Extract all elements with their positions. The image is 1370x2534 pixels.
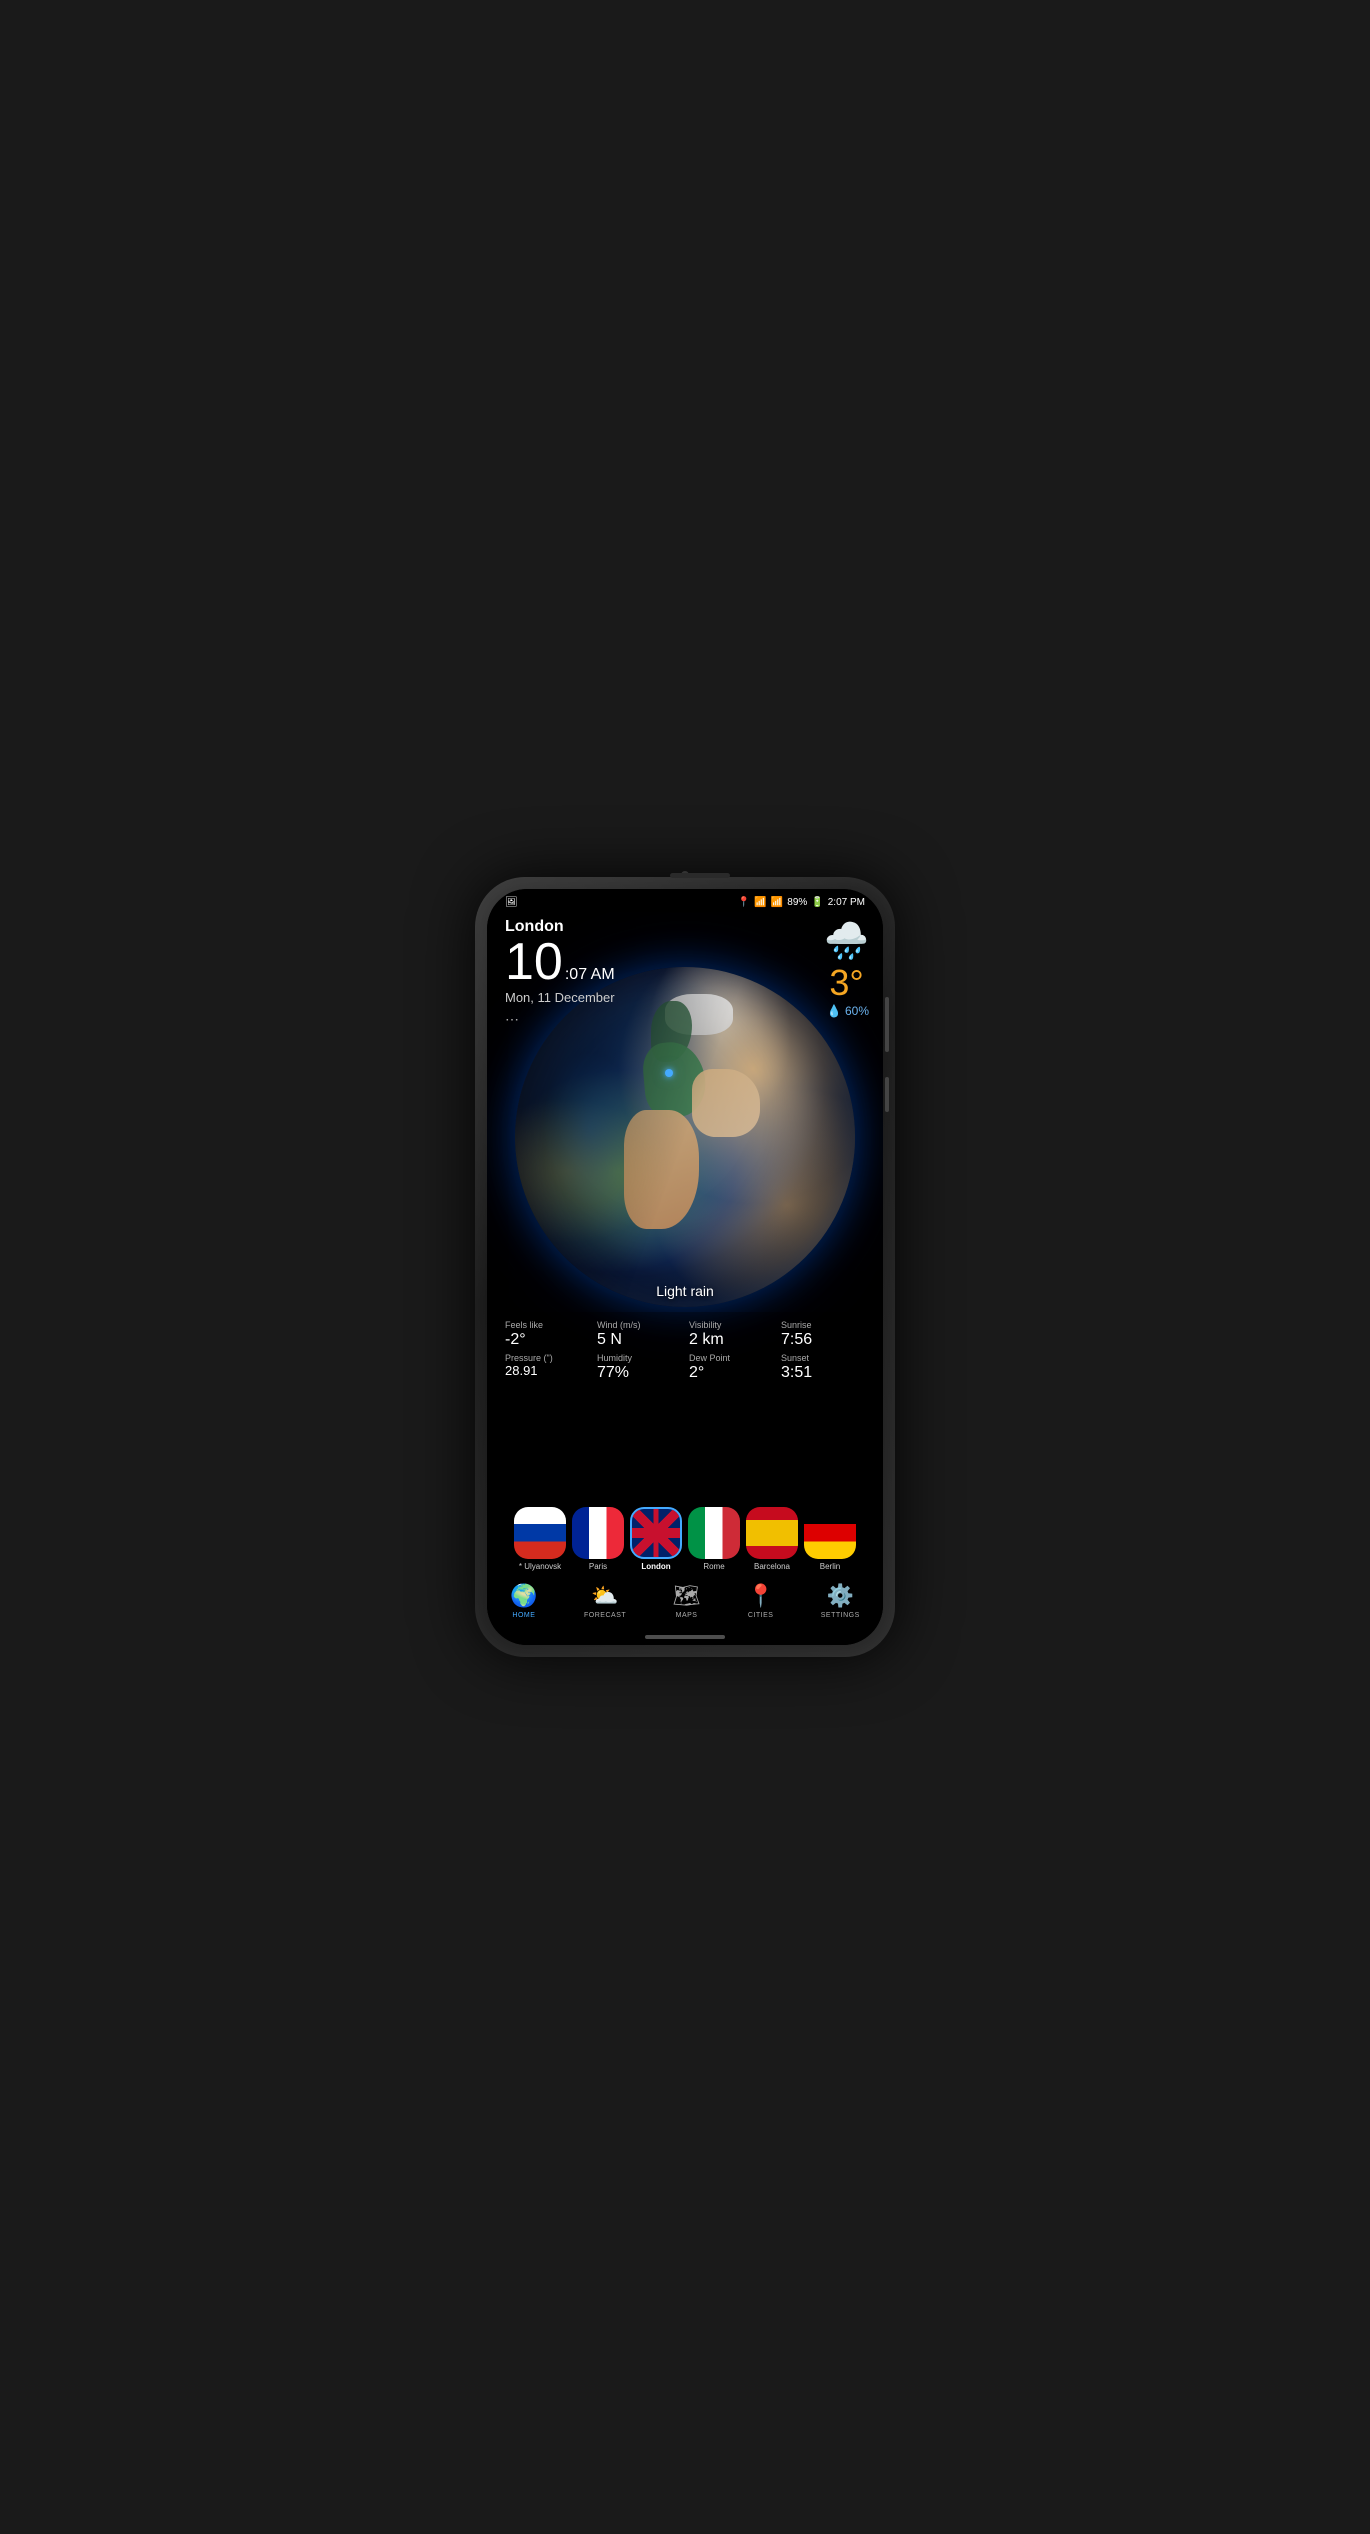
settings-icon: ⚙️ <box>827 1583 854 1609</box>
flag-spain <box>746 1507 798 1559</box>
land-africa <box>624 1110 699 1229</box>
city-item-paris[interactable]: Paris <box>572 1507 624 1571</box>
weather-description: Light rain <box>656 1283 714 1299</box>
cities-row: * Ulyanovsk Paris London Rome <box>487 1499 883 1575</box>
time-large: 10 <box>505 936 563 988</box>
location-icon: 📍 <box>738 897 750 908</box>
phone-screen: 🖼 📍 📶 📶 89% 🔋 2:07 PM London 10 <box>487 889 883 1645</box>
screen-content: 🖼 📍 📶 📶 89% 🔋 2:07 PM London 10 <box>487 889 883 1645</box>
share-icon[interactable]: ⋯ <box>505 1011 865 1028</box>
city-label-rome: Rome <box>703 1562 724 1571</box>
time-suffix: :07 AM <box>565 966 615 984</box>
nav-home[interactable]: 🌍 HOME <box>510 1583 537 1619</box>
city-label-barcelona: Barcelona <box>754 1562 790 1571</box>
land-mideast <box>692 1069 760 1137</box>
nav-settings-label: SETTINGS <box>821 1612 860 1619</box>
stat-pressure: Pressure (") 28.91 <box>501 1351 593 1384</box>
humidity: 💧 60% <box>824 1004 869 1018</box>
phone-frame: 🖼 📍 📶 📶 89% 🔋 2:07 PM London 10 <box>475 877 895 1657</box>
status-right: 📍 📶 📶 89% 🔋 2:07 PM <box>738 897 865 908</box>
nav-cities[interactable]: 📍 CITIES <box>747 1583 774 1619</box>
city-marker <box>665 1069 673 1077</box>
bottom-nav: 🌍 HOME ⛅ FORECAST 🗺 MAPS 📍 CITIES ⚙️ <box>487 1575 883 1631</box>
flag-italy <box>688 1507 740 1559</box>
weather-icon: 🌧️ <box>824 920 869 962</box>
flag-uk <box>630 1507 682 1559</box>
stat-visibility: Visibility 2 km <box>685 1318 777 1351</box>
time-row: 10 :07 AM <box>505 936 865 988</box>
city-item-berlin[interactable]: Berlin <box>804 1507 856 1571</box>
battery-icon: 🔋 <box>811 897 823 908</box>
stat-feels-like: Feels like -2° <box>501 1318 593 1351</box>
forecast-icon: ⛅ <box>591 1583 618 1609</box>
date-text: Mon, 11 December <box>505 990 865 1005</box>
stat-wind: Wind (m/s) 5 N <box>593 1318 685 1351</box>
stat-sunrise: Sunrise 7:56 <box>777 1318 869 1351</box>
city-label-london: London <box>641 1562 670 1571</box>
main-content: London 10 :07 AM Mon, 11 December ⋯ 🌧️ 3… <box>487 912 883 1499</box>
stats-grid: Feels like -2° Wind (m/s) 5 N Visibility… <box>487 1312 883 1388</box>
nav-settings[interactable]: ⚙️ SETTINGS <box>821 1583 860 1619</box>
flag-russia <box>514 1507 566 1559</box>
city-label-ulyanovsk: * Ulyanovsk <box>519 1562 561 1571</box>
maps-icon: 🗺 <box>673 1583 701 1609</box>
city-item-london[interactable]: London <box>630 1507 682 1571</box>
stat-sunset: Sunset 3:51 <box>777 1351 869 1384</box>
speaker <box>670 873 730 878</box>
battery-text: 89% <box>787 897 807 908</box>
stat-humidity: Humidity 77% <box>593 1351 685 1384</box>
flag-france <box>572 1507 624 1559</box>
nav-cities-label: CITIES <box>748 1612 774 1619</box>
drop-icon: 💧 <box>827 1004 842 1018</box>
nav-maps-label: MAPS <box>676 1612 698 1619</box>
status-time: 2:07 PM <box>828 897 865 908</box>
humidity-value: 60% <box>845 1004 869 1018</box>
nav-forecast-label: FORECAST <box>584 1612 626 1619</box>
wifi-icon: 📶 <box>754 897 766 908</box>
status-left: 🖼 <box>505 897 518 908</box>
nav-maps[interactable]: 🗺 MAPS <box>673 1583 701 1619</box>
city-item-rome[interactable]: Rome <box>688 1507 740 1571</box>
stat-dew-point: Dew Point 2° <box>685 1351 777 1384</box>
city-label-paris: Paris <box>589 1562 607 1571</box>
city-label-berlin: Berlin <box>820 1562 840 1571</box>
nav-forecast[interactable]: ⛅ FORECAST <box>584 1583 626 1619</box>
gallery-icon: 🖼 <box>505 897 518 908</box>
home-icon: 🌍 <box>510 1583 537 1609</box>
nav-home-label: HOME <box>512 1612 535 1619</box>
bottom-pill <box>645 1635 725 1639</box>
city-item-barcelona[interactable]: Barcelona <box>746 1507 798 1571</box>
temp-display: 🌧️ 3° 💧 60% <box>824 920 869 1018</box>
flag-berlin <box>804 1507 856 1559</box>
status-bar: 🖼 📍 📶 📶 89% 🔋 2:07 PM <box>487 889 883 912</box>
signal-icon: 📶 <box>771 897 783 908</box>
cities-icon: 📍 <box>747 1583 774 1609</box>
city-item-ulyanovsk[interactable]: * Ulyanovsk <box>514 1507 566 1571</box>
temperature: 3° <box>824 962 869 1004</box>
